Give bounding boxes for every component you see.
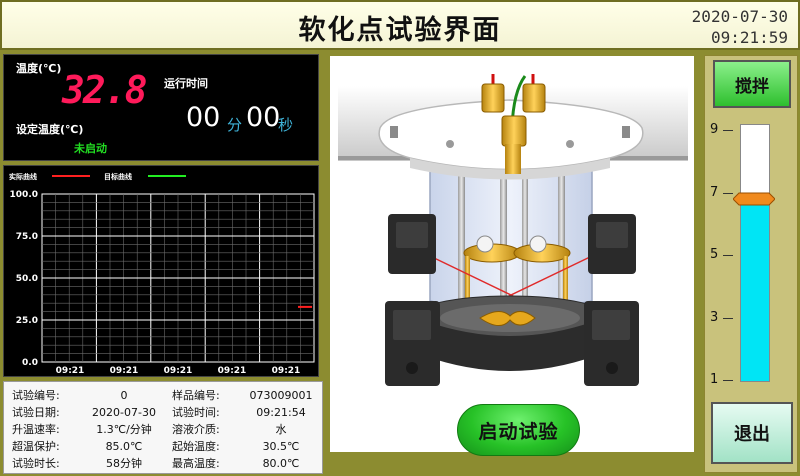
apparatus-view xyxy=(330,56,694,452)
run-time-label: 运行时间 xyxy=(164,77,208,90)
datetime-display: 2020-07-30 09:21:59 xyxy=(692,6,788,48)
time-text: 09:21:59 xyxy=(710,28,788,47)
legend-target-label: 目标曲线 xyxy=(104,172,132,181)
temperature-readout: 32.8 xyxy=(62,68,148,112)
info-label-overtemp: 超温保护: xyxy=(12,440,60,453)
info-label-medium: 溶液介质: xyxy=(172,423,220,436)
gauge-tick xyxy=(723,192,733,194)
steel-ball-left xyxy=(476,235,494,253)
info-value-heating-rate: 1.3℃/分钟 xyxy=(96,423,152,436)
info-value-test-time: 09:21:54 xyxy=(256,406,306,419)
status-panel: 温度(℃) 32.8 设定温度(℃) 未启动 运行时间 00 分 00 秒 xyxy=(3,54,319,161)
y-tick-label: 100.0 xyxy=(10,190,38,200)
info-value-sample-number: 073009001 xyxy=(249,389,313,402)
stir-speed-gauge[interactable] xyxy=(740,124,770,382)
info-label-test-time: 试验时间: xyxy=(172,406,220,419)
y-tick-label: 25.0 xyxy=(16,316,38,326)
minutes-unit: 分 xyxy=(227,116,243,134)
info-value-duration: 58分钟 xyxy=(106,457,142,470)
clamp-front-left xyxy=(385,301,440,386)
x-tick-label: 09:21 xyxy=(164,366,193,376)
support-rod-left xyxy=(458,156,465,316)
info-value-medium: 水 xyxy=(275,423,287,436)
legend-actual-label: 实际曲线 xyxy=(9,172,37,181)
gauge-scale-label: 7 xyxy=(710,184,719,200)
info-label-max-temp: 最高温度: xyxy=(172,457,220,470)
holder-leg-2 xyxy=(563,256,568,306)
test-info-table: 试验编号: 0 样品编号: 073009001 试验日期: 2020-07-30… xyxy=(3,381,323,474)
info-label-heating-rate: 升温速率: xyxy=(12,423,60,436)
stir-speed-slider-handle[interactable] xyxy=(733,192,775,206)
chart-grid xyxy=(41,193,315,363)
info-value-test-number: 0 xyxy=(120,389,128,402)
date-text: 2020-07-30 xyxy=(691,7,788,26)
stir-button[interactable]: 搅拌 xyxy=(713,60,791,108)
clamp-back-left xyxy=(388,214,436,274)
gauge-tick xyxy=(723,317,733,319)
info-value-max-temp: 80.0℃ xyxy=(262,457,300,470)
clamp-back-right xyxy=(588,214,636,274)
y-tick-label: 50.0 xyxy=(16,274,38,284)
app-window: 软化点试验界面 2020-07-30 09:21:59 温度(℃) 32.8 设… xyxy=(0,0,800,476)
seconds-unit: 秒 xyxy=(278,116,294,134)
info-label-test-date: 试验日期: xyxy=(12,406,60,419)
sensor-connector-1 xyxy=(481,83,505,113)
temperature-chart: 实际曲线 目标曲线 100.0 75.0 50.0 25.0 0.0 09:21 09:21… xyxy=(9,172,315,376)
info-value-test-date: 2020-07-30 xyxy=(92,406,156,419)
stir-speed-fill xyxy=(741,197,769,381)
exit-button[interactable]: 退出 xyxy=(711,402,793,464)
gauge-scale-label: 1 xyxy=(710,372,719,387)
x-tick-label: 09:21 xyxy=(56,366,85,376)
run-state-text: 未启动 xyxy=(74,142,107,155)
temperature-label: 温度(℃) xyxy=(16,62,62,75)
minutes-value: 00 xyxy=(186,102,221,133)
gauge-scale-label: 5 xyxy=(710,247,719,262)
info-value-start-temp: 30.5℃ xyxy=(262,440,300,453)
info-label-duration: 试验时长: xyxy=(12,457,60,470)
steel-ball-right xyxy=(529,235,547,253)
sensor-connector-3 xyxy=(501,115,527,147)
stirrer-panel: 搅拌 9 7 5 3 1 退出 xyxy=(704,55,798,473)
seconds-value: 00 xyxy=(246,102,281,133)
gauge-tick xyxy=(723,380,733,381)
lid-screw-1 xyxy=(390,126,398,138)
start-test-button[interactable]: 启动试验 xyxy=(457,404,580,456)
x-tick-label: 09:21 xyxy=(272,366,301,376)
info-value-overtemp: 85.0℃ xyxy=(105,440,143,453)
lid-hole-1 xyxy=(446,140,454,148)
sensor-connector-2 xyxy=(522,83,546,113)
gauge-tick xyxy=(723,130,733,131)
lid-screw-2 xyxy=(622,126,630,138)
page-title: 软化点试验界面 xyxy=(298,15,502,46)
gauge-scale-label: 9 xyxy=(710,122,719,137)
x-tick-label: 09:21 xyxy=(110,366,139,376)
info-label-start-temp: 起始温度: xyxy=(172,440,220,453)
info-label-sample-number: 样品编号: xyxy=(172,389,220,402)
y-tick-label: 75.0 xyxy=(16,232,38,242)
y-tick-label: 0.0 xyxy=(22,358,38,368)
softening-point-apparatus-illustration xyxy=(338,74,688,386)
temperature-chart-panel: 实际曲线 目标曲线 100.0 75.0 50.0 25.0 0.0 09:21 09:21… xyxy=(3,165,319,377)
x-tick-label: 09:21 xyxy=(218,366,247,376)
lid-hole-2 xyxy=(566,140,574,148)
gauge-tick xyxy=(723,255,733,256)
set-temperature-label: 设定温度(℃) xyxy=(16,123,84,136)
gauge-scale-label: 3 xyxy=(710,309,719,325)
title-bar: 软化点试验界面 2020-07-30 09:21:59 xyxy=(0,0,800,50)
sensor-probe-sleeve xyxy=(505,144,521,174)
info-label-test-number: 试验编号: xyxy=(12,389,60,402)
clamp-front-right xyxy=(584,301,639,386)
